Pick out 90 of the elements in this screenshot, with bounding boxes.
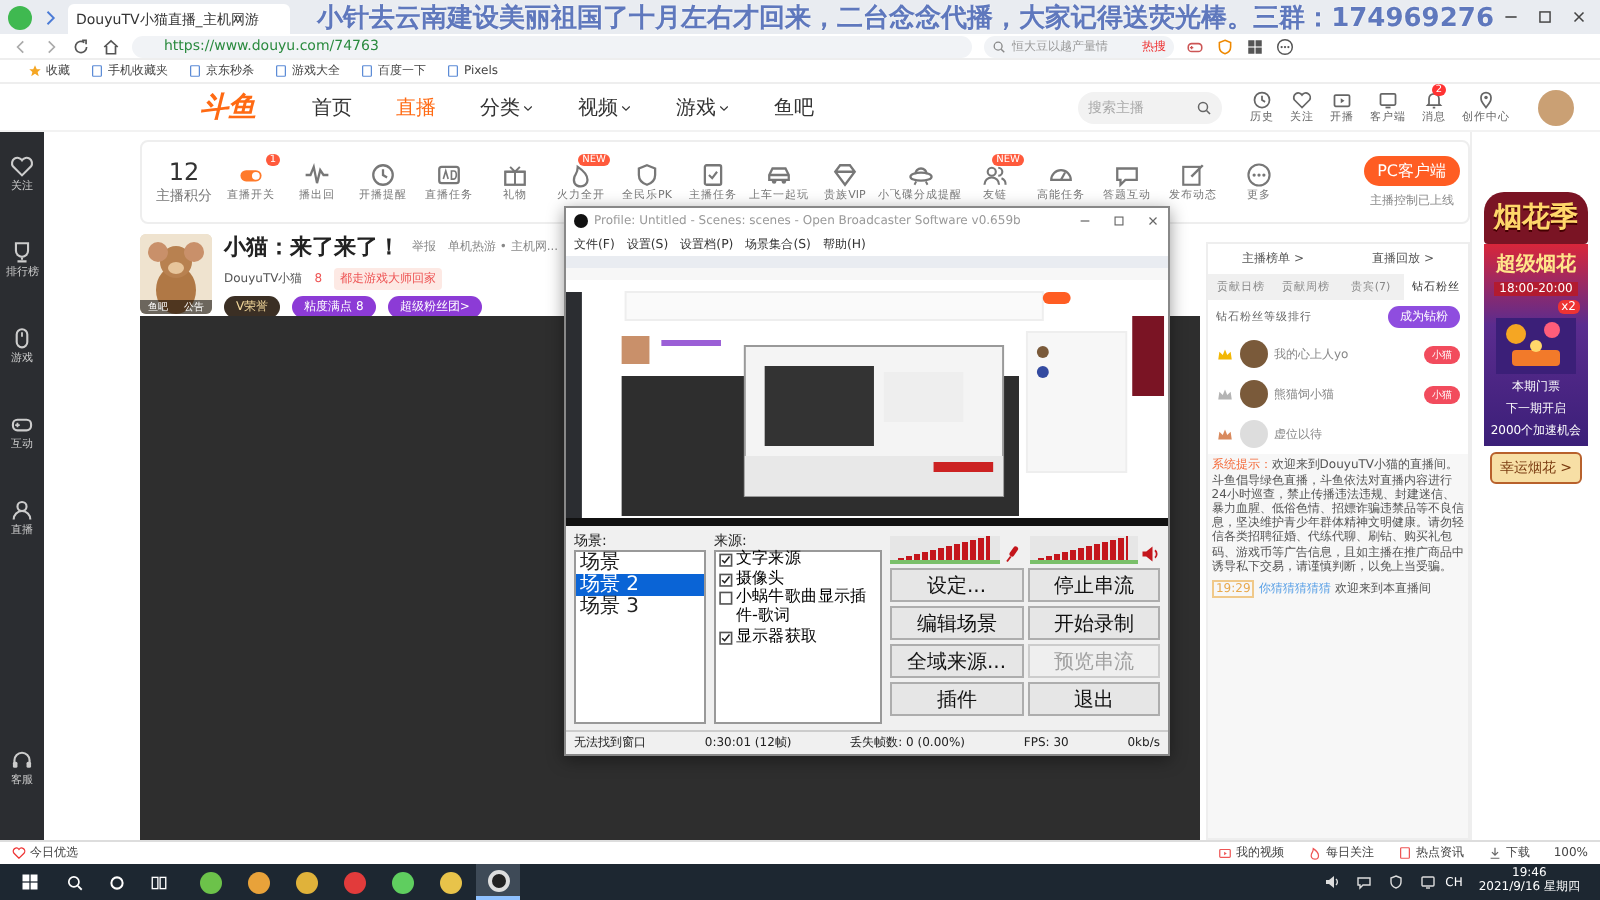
close-icon[interactable]	[1570, 8, 1588, 26]
close-icon[interactable]	[1146, 213, 1160, 227]
checkbox[interactable]	[719, 591, 733, 605]
flame-icon	[1307, 846, 1322, 860]
promo-title: 烟花季	[1484, 192, 1588, 244]
tool-icon	[700, 161, 726, 188]
nav-link[interactable]: 游戏	[676, 93, 730, 121]
search-icon	[1196, 99, 1212, 115]
source-name: 显示器获取	[735, 630, 818, 648]
tool-icon	[502, 161, 528, 188]
tool-icon	[907, 161, 933, 188]
source-name: 小蜗牛歌曲显示插件-歌词	[735, 590, 869, 625]
search-icon[interactable]	[66, 873, 84, 891]
tool-icon	[982, 161, 1008, 188]
start-icon[interactable]	[20, 872, 40, 892]
obs-button[interactable]: 停止串流	[1027, 568, 1160, 602]
menu-icon[interactable]	[1276, 37, 1294, 55]
download-icon	[1487, 846, 1502, 860]
page-icon	[90, 64, 104, 78]
page-icon	[360, 64, 374, 78]
nav-link[interactable]: 视频	[578, 93, 632, 121]
obs-button[interactable]: 退出	[1027, 682, 1160, 716]
browser-logo-icon	[8, 5, 32, 29]
bubble-icon[interactable]	[1355, 874, 1372, 890]
checkbox[interactable]	[719, 572, 733, 586]
header-action-icon	[1378, 90, 1398, 110]
tool-icon	[568, 161, 594, 188]
nav-link[interactable]: 分类	[480, 93, 534, 121]
obs-button[interactable]: 设定...	[890, 568, 1023, 602]
home-icon[interactable]	[102, 37, 120, 55]
score-value: 12	[168, 158, 200, 186]
side-nav-icon	[9, 498, 35, 523]
taskbar-app[interactable]	[476, 864, 520, 900]
user-avatar	[1240, 420, 1268, 448]
checkbox[interactable]	[719, 553, 733, 567]
page-icon	[1397, 846, 1412, 860]
header-action-icon	[1476, 90, 1496, 110]
tool-icon	[370, 161, 396, 188]
heart-icon	[12, 846, 26, 860]
nav-link[interactable]: 鱼吧	[774, 93, 814, 121]
tool-icon	[436, 161, 462, 188]
event-name: 超级烟花	[1496, 251, 1576, 278]
header-action-icon	[1424, 90, 1444, 110]
tool-icon	[766, 161, 792, 188]
tool-icon	[634, 161, 660, 188]
stream-title: 小猫：来了来了！	[224, 231, 400, 261]
star-icon	[28, 64, 42, 78]
source-name: 文字来源	[735, 552, 802, 570]
maximize-icon[interactable]	[1112, 213, 1126, 227]
side-nav-icon	[9, 240, 35, 265]
microphone-icon[interactable]	[1001, 544, 1021, 564]
task-view-icon[interactable]	[150, 873, 168, 891]
video-icon	[1217, 846, 1232, 860]
site-logo: 斗鱼	[200, 89, 256, 125]
scene-item[interactable]: 场景	[576, 552, 704, 574]
user-avatar	[1240, 380, 1268, 408]
obs-button[interactable]: 全域来源...	[890, 644, 1023, 678]
tool-icon	[1246, 161, 1272, 188]
obs-button[interactable]: 编辑场景	[890, 606, 1023, 640]
obs-button[interactable]: 插件	[890, 682, 1023, 716]
nav-link[interactable]: 首页	[312, 93, 352, 121]
tool-icon	[304, 161, 330, 188]
speaker-icon[interactable]	[1323, 874, 1340, 890]
maximize-icon[interactable]	[1536, 8, 1554, 26]
speaker-icon[interactable]	[1140, 544, 1160, 564]
page-icon	[274, 64, 288, 78]
obs-button[interactable]: 开始录制	[1027, 606, 1160, 640]
page-icon	[446, 64, 460, 78]
refresh-icon[interactable]	[72, 37, 90, 55]
scene-item[interactable]: 场景 2	[576, 574, 704, 596]
source-name: 摄像头	[735, 571, 785, 588]
header-action-icon	[1252, 90, 1272, 110]
page-icon	[188, 64, 202, 78]
header-action-icon	[1292, 90, 1312, 110]
cortana-icon[interactable]	[108, 873, 126, 891]
header-action-icon	[1332, 90, 1352, 110]
headset-icon	[9, 748, 35, 773]
app-logo-icon	[574, 213, 588, 227]
gamepad-icon[interactable]	[1186, 37, 1204, 55]
tool-icon	[1180, 161, 1206, 188]
user-avatar	[1240, 340, 1268, 368]
overlay-marquee-text: 小针去云南建设美丽祖国了十月左右才回来，二台念念代播，大家记得送荧光棒。三群：174969276	[317, 1, 1494, 35]
checkbox[interactable]	[719, 631, 733, 645]
tool-icon	[832, 161, 858, 188]
search-icon	[992, 39, 1006, 53]
scene-item[interactable]: 场景 3	[576, 596, 704, 618]
tv-icon[interactable]	[1419, 874, 1436, 890]
apps-icon[interactable]	[1246, 37, 1264, 55]
side-nav-icon	[9, 154, 35, 179]
tool-icon	[1114, 161, 1140, 188]
